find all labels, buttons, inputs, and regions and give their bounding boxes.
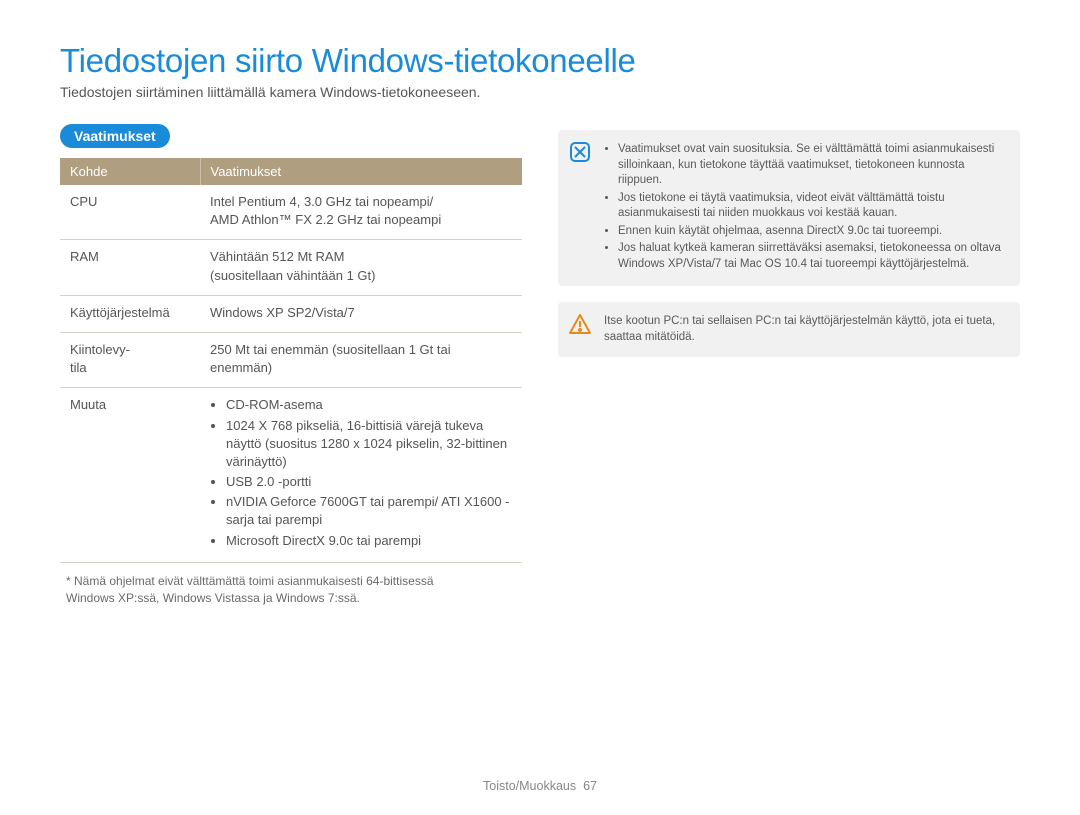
- page-number: 67: [583, 779, 597, 793]
- cell-ram-key: RAM: [60, 240, 200, 295]
- page-footer: Toisto/Muokkaus 67: [0, 779, 1080, 793]
- text: * Nämä ohjelmat eivät välttämättä toimi …: [66, 574, 434, 588]
- list-item: USB 2.0 -portti: [226, 473, 512, 491]
- table-row: Muuta CD-ROM-asema 1024 X 768 pikseliä, …: [60, 388, 522, 563]
- cell-os-val: Windows XP SP2/Vista/7: [200, 295, 522, 332]
- cell-ram-val: Vähintään 512 Mt RAM (suositellaan vähin…: [200, 240, 522, 295]
- two-column-layout: Vaatimukset Kohde Vaatimukset CPU Intel …: [60, 124, 1020, 606]
- cell-disk-val: 250 Mt tai enemmän (suositellaan 1 Gt ta…: [200, 332, 522, 387]
- footnote: * Nämä ohjelmat eivät välttämättä toimi …: [60, 573, 522, 607]
- text: (suositellaan vähintään 1 Gt): [210, 268, 375, 283]
- cell-cpu-val: Intel Pentium 4, 3.0 GHz tai nopeampi/ A…: [200, 185, 522, 240]
- list-item: CD-ROM-asema: [226, 396, 512, 414]
- warning-text: Itse kootun PC:n tai sellaisen PC:n tai …: [604, 315, 995, 343]
- cell-other-val: CD-ROM-asema 1024 X 768 pikseliä, 16-bit…: [200, 388, 522, 563]
- warning-box: Itse kootun PC:n tai sellaisen PC:n tai …: [558, 302, 1020, 357]
- requirements-table: Kohde Vaatimukset CPU Intel Pentium 4, 3…: [60, 158, 522, 563]
- note-box: Vaatimukset ovat vain suosituksia. Se ei…: [558, 130, 1020, 286]
- footer-section: Toisto/Muokkaus: [483, 779, 576, 793]
- cell-other-key: Muuta: [60, 388, 200, 563]
- table-row: CPU Intel Pentium 4, 3.0 GHz tai nopeamp…: [60, 185, 522, 240]
- table-header-kohde: Kohde: [60, 158, 200, 185]
- section-heading-pill: Vaatimukset: [60, 124, 170, 148]
- left-column: Vaatimukset Kohde Vaatimukset CPU Intel …: [60, 124, 522, 606]
- list-item: Microsoft DirectX 9.0c tai parempi: [226, 532, 512, 550]
- note-item: Jos tietokone ei täytä vaatimuksia, vide…: [618, 191, 1006, 222]
- table-row: RAM Vähintään 512 Mt RAM (suositellaan v…: [60, 240, 522, 295]
- page-subtitle: Tiedostojen siirtäminen liittämällä kame…: [60, 84, 1020, 100]
- cell-os-key: Käyttöjärjestelmä: [60, 295, 200, 332]
- table-row: Kiintolevy- tila 250 Mt tai enemmän (suo…: [60, 332, 522, 387]
- note-item: Vaatimukset ovat vain suosituksia. Se ei…: [618, 142, 1006, 189]
- table-row: Käyttöjärjestelmä Windows XP SP2/Vista/7: [60, 295, 522, 332]
- right-column: Vaatimukset ovat vain suosituksia. Se ei…: [558, 130, 1020, 357]
- list-item: 1024 X 768 pikseliä, 16-bittisiä värejä …: [226, 417, 512, 472]
- table-header-vaatimukset: Vaatimukset: [200, 158, 522, 185]
- manual-page: Tiedostojen siirto Windows-tietokoneelle…: [0, 0, 1080, 815]
- text: Vähintään 512 Mt RAM: [210, 249, 344, 264]
- cell-cpu-key: CPU: [60, 185, 200, 240]
- text: tila: [70, 360, 87, 375]
- note-item: Jos haluat kytkeä kameran siirrettäväksi…: [618, 241, 1006, 272]
- text: Kiintolevy-: [70, 342, 130, 357]
- page-title: Tiedostojen siirto Windows-tietokoneelle: [60, 42, 1020, 80]
- text: Intel Pentium 4, 3.0 GHz tai nopeampi/: [210, 194, 433, 209]
- note-item: Ennen kuin käytät ohjelmaa, asenna Direc…: [618, 224, 1006, 240]
- list-item: nVIDIA Geforce 7600GT tai parempi/ ATI X…: [226, 493, 512, 529]
- cell-disk-key: Kiintolevy- tila: [60, 332, 200, 387]
- warning-icon: [568, 312, 592, 336]
- note-icon: [568, 140, 592, 164]
- text: Windows XP:ssä, Windows Vistassa ja Wind…: [66, 591, 360, 605]
- text: AMD Athlon™ FX 2.2 GHz tai nopeampi: [210, 212, 441, 227]
